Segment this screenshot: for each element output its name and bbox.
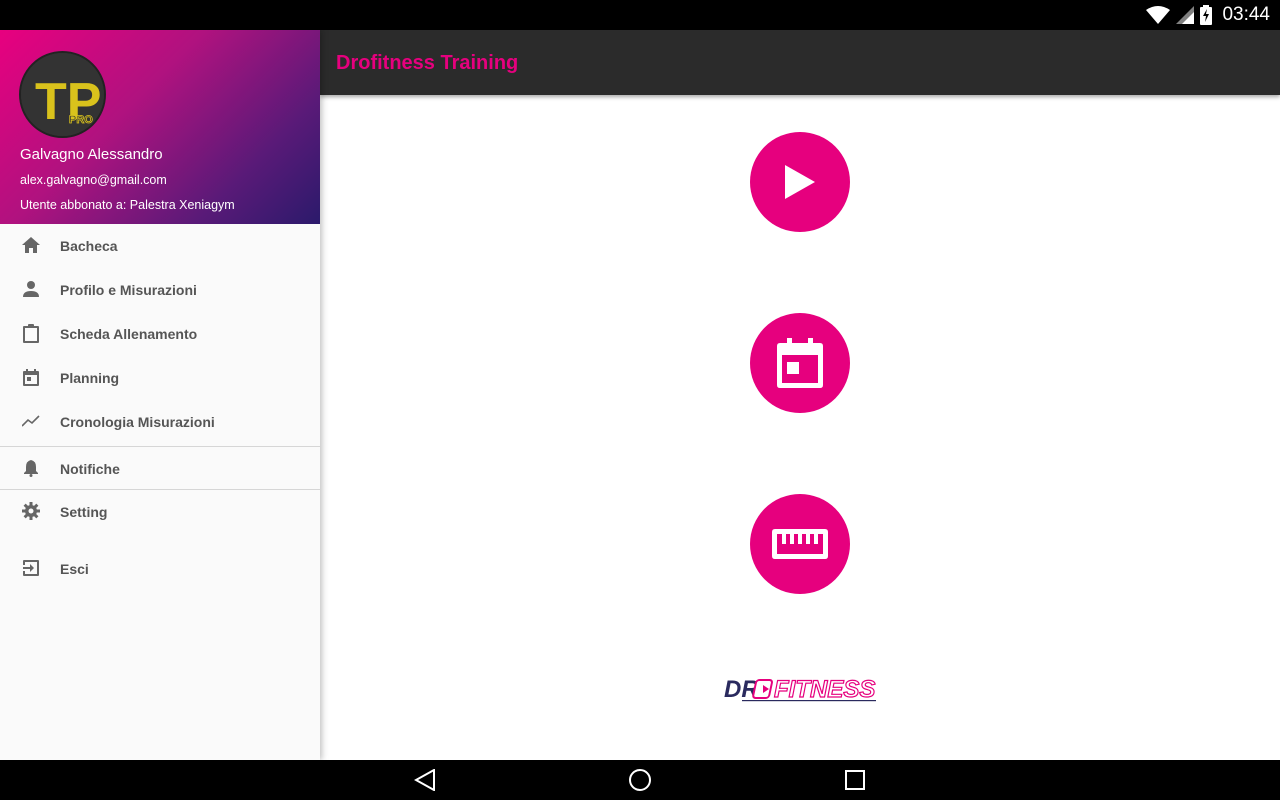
trending-icon (20, 410, 42, 432)
sidebar-item-label: Notifiche (60, 461, 120, 477)
home-circle-icon (629, 769, 651, 791)
status-icons: 03:44 (1146, 4, 1270, 26)
app-title: Drofitness Training (336, 52, 519, 74)
sidebar-item-cronologia[interactable]: Cronologia Misurazioni (0, 400, 320, 444)
sidebar-item-label: Profilo e Misurazioni (60, 282, 197, 298)
sidebar-item-profilo[interactable]: Profilo e Misurazioni (0, 268, 320, 312)
main-content: DR FITNESS (320, 95, 1280, 760)
recents-icon (845, 770, 865, 790)
calendar-icon (777, 338, 823, 388)
app-toolbar: Drofitness Training (320, 30, 1280, 95)
sidebar-item-esci[interactable]: Esci (0, 547, 320, 591)
calendar-icon (20, 366, 42, 388)
sidebar-item-label: Bacheca (60, 238, 118, 254)
recents-button[interactable] (825, 760, 885, 800)
start-workout-button[interactable] (750, 132, 850, 232)
person-icon (20, 278, 42, 300)
sidebar-item-setting[interactable]: Setting (0, 490, 320, 534)
sidebar-item-label: Setting (60, 504, 108, 520)
system-nav-bar (0, 760, 1280, 800)
ruler-icon (772, 529, 828, 559)
exit-icon (20, 557, 42, 579)
avatar[interactable]: TP PRO (19, 51, 106, 138)
drofitness-logo: DR FITNESS (724, 675, 876, 704)
logo-text-right: FITNESS (774, 676, 875, 703)
sidebar-item-label: Esci (60, 561, 89, 577)
back-icon (414, 769, 435, 791)
sidebar-item-planning[interactable]: Planning (0, 356, 320, 400)
sidebar-item-notifiche[interactable]: Notifiche (0, 447, 320, 491)
clipboard-icon (20, 322, 42, 344)
sidebar-item-label: Cronologia Misurazioni (60, 414, 215, 430)
sidebar-item-bacheca[interactable]: Bacheca (0, 224, 320, 268)
tp-pro-logo: TP PRO (21, 53, 104, 136)
drawer-header: TP PRO Galvagno Alessandro alex.galvagno… (0, 30, 320, 224)
user-gym: Utente abbonato a: Palestra Xeniagym (20, 198, 235, 212)
home-button[interactable] (610, 760, 670, 800)
sidebar-item-scheda[interactable]: Scheda Allenamento (0, 312, 320, 356)
sidebar-item-label: Planning (60, 370, 120, 386)
battery-charging-icon (1200, 5, 1213, 25)
svg-text:PRO: PRO (69, 114, 93, 126)
gear-icon (20, 500, 42, 522)
home-icon (20, 234, 42, 256)
cell-signal-icon (1176, 6, 1195, 24)
sidebar-item-label: Scheda Allenamento (60, 326, 198, 342)
navigation-drawer: TP PRO Galvagno Alessandro alex.galvagno… (0, 30, 320, 760)
status-bar: 03:44 (0, 0, 1280, 30)
bell-icon (20, 457, 42, 479)
back-button[interactable] (395, 760, 455, 800)
play-icon (785, 165, 815, 199)
user-email: alex.galvagno@gmail.com (20, 173, 167, 187)
planning-button[interactable] (750, 313, 850, 413)
user-name: Galvagno Alessandro (20, 146, 163, 163)
status-time: 03:44 (1222, 4, 1270, 25)
measurements-button[interactable] (750, 494, 850, 594)
drawer-menu: Bacheca Profilo e Misurazioni Scheda All… (0, 224, 320, 591)
wifi-icon (1146, 6, 1171, 24)
